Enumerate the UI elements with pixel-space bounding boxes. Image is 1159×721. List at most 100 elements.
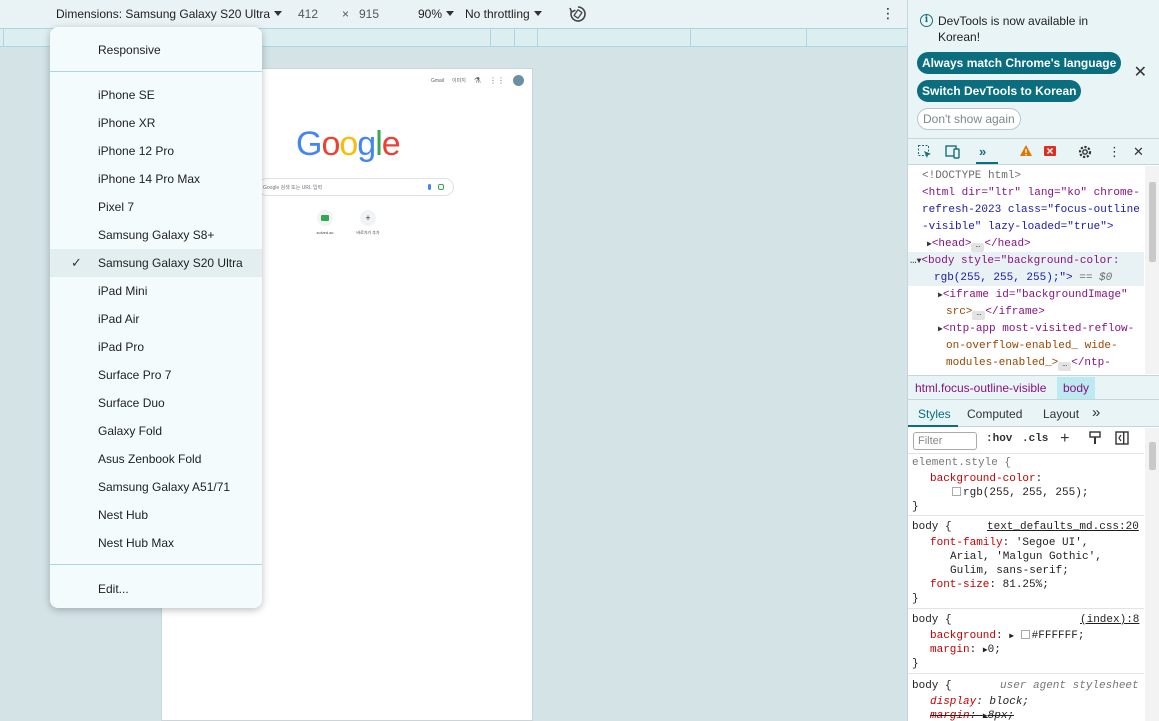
rule-selector[interactable]: body {: [912, 679, 952, 693]
new-rule-plus-icon[interactable]: +: [1060, 430, 1070, 448]
dom-line[interactable]: modules-enabled_>… </ntp-: [946, 355, 1111, 372]
customize-menu-icon[interactable]: ⋮: [1108, 144, 1121, 160]
scrollbar-thumb[interactable]: [1149, 442, 1156, 470]
labs-icon[interactable]: ⚗: [474, 76, 481, 85]
device-menu-item[interactable]: Pixel 7: [50, 193, 262, 221]
more-tabs-icon[interactable]: »: [979, 144, 986, 160]
breadcrumb-item-body[interactable]: body: [1057, 377, 1096, 399]
rotate-icon[interactable]: [568, 4, 588, 27]
mic-icon[interactable]: [428, 184, 431, 190]
width-input[interactable]: 412: [298, 7, 318, 21]
device-menu-item[interactable]: iPhone 12 Pro: [50, 137, 262, 165]
filter-input[interactable]: Filter: [913, 432, 977, 450]
menu-item-responsive[interactable]: Responsive: [50, 36, 262, 64]
ruler-segment[interactable]: [690, 29, 691, 46]
device-menu-item[interactable]: ✓ Samsung Galaxy S20 Ultra: [50, 249, 262, 277]
style-value[interactable]: Gulim, sans-serif;: [950, 564, 1069, 578]
add-shortcut-tile[interactable]: + 바로가기 추가: [348, 210, 388, 236]
infobar-message: DevTools is now available in Korean!: [938, 14, 1089, 44]
device-menu-item[interactable]: Samsung Galaxy A51/71: [50, 473, 262, 501]
tab-computed[interactable]: Computed: [967, 407, 1022, 421]
device-menu-item[interactable]: Nest Hub: [50, 501, 262, 529]
rule-selector[interactable]: body {: [912, 520, 952, 534]
styles-scrollbar[interactable]: [1145, 428, 1159, 721]
device-menu-item[interactable]: Galaxy Fold: [50, 417, 262, 445]
rule-selector[interactable]: element.style {: [912, 456, 1011, 470]
ruler-segment[interactable]: [514, 29, 515, 46]
avatar[interactable]: [513, 75, 524, 86]
shortcut-tile[interactable]: solved.ac: [305, 210, 345, 235]
dom-scrollbar[interactable]: [1145, 166, 1159, 374]
search-input[interactable]: Google 검색 또는 URL 입력: [258, 178, 454, 196]
settings-gear-icon[interactable]: [1077, 144, 1093, 164]
hov-toggle[interactable]: :hov: [986, 433, 1012, 445]
rule-source-link[interactable]: text_defaults_md.css:20: [987, 520, 1139, 534]
dom-line[interactable]: src>… </iframe>: [946, 304, 1045, 321]
device-toolbar-icon[interactable]: [945, 144, 961, 164]
ruler-segment[interactable]: [3, 29, 4, 46]
more-tabs-icon[interactable]: »: [1092, 404, 1100, 421]
ruler-segment[interactable]: [806, 29, 807, 46]
more-options-icon[interactable]: ⋮: [881, 5, 895, 22]
zoom-dropdown[interactable]: 90%: [418, 7, 455, 21]
menu-item-edit[interactable]: Edit...: [50, 575, 262, 603]
close-icon[interactable]: ✕: [1134, 62, 1147, 82]
device-menu-item[interactable]: Surface Pro 7: [50, 361, 262, 389]
cls-toggle[interactable]: .cls: [1022, 433, 1048, 445]
style-property[interactable]: background-color:: [930, 472, 1042, 486]
dont-show-again-button[interactable]: Don't show again: [917, 108, 1021, 130]
ruler-segment[interactable]: [490, 29, 491, 46]
dom-line[interactable]: -visible" lazy-loaded="true">: [922, 219, 1113, 236]
dom-line[interactable]: ▶<ntp-app most-visited-reflow-: [938, 321, 1134, 339]
style-property[interactable]: font-size: 81.25%;: [930, 578, 1049, 592]
style-value[interactable]: rgb(255, 255, 255);: [952, 486, 1088, 500]
ruler-segment[interactable]: [537, 29, 538, 46]
lens-icon[interactable]: [438, 184, 444, 190]
breadcrumb-item-html[interactable]: html.focus-outline-visible: [915, 376, 1046, 400]
dom-line[interactable]: <html dir="ltr" lang="ko" chrome-: [922, 185, 1140, 202]
dom-line[interactable]: refresh-2023 class="focus-outline: [922, 202, 1140, 219]
tab-layout[interactable]: Layout: [1043, 407, 1079, 421]
rule-selector[interactable]: body {: [912, 613, 952, 627]
device-menu-item[interactable]: Nest Hub Max: [50, 529, 262, 557]
images-link[interactable]: 이미지: [452, 77, 466, 84]
device-menu-item[interactable]: iPad Pro: [50, 333, 262, 361]
dimensions-dropdown[interactable]: Dimensions: Samsung Galaxy S20 Ultra: [56, 7, 283, 21]
throttling-dropdown[interactable]: No throttling: [465, 7, 542, 21]
device-menu-item[interactable]: Asus Zenbook Fold: [50, 445, 262, 473]
sidebar-toggle-icon[interactable]: [1115, 431, 1129, 449]
tab-styles[interactable]: Styles: [918, 407, 951, 421]
device-menu-item[interactable]: iPhone 14 Pro Max: [50, 165, 262, 193]
device-menu-label: iPhone 12 Pro: [98, 144, 175, 158]
inspect-element-icon[interactable]: [917, 144, 933, 164]
device-menu-item[interactable]: iPad Mini: [50, 277, 262, 305]
dom-line[interactable]: on-overflow-enabled_ wide-: [946, 338, 1118, 355]
style-property-overridden[interactable]: margin: ▶8px;: [930, 709, 1014, 721]
device-menu-item[interactable]: iPhone XR: [50, 109, 262, 137]
device-menu-item[interactable]: iPad Air: [50, 305, 262, 333]
dom-line[interactable]: ▶<iframe id="backgroundImage": [938, 287, 1128, 305]
style-property[interactable]: background: ▶ #FFFFFF;: [930, 629, 1084, 644]
height-input[interactable]: 915: [359, 7, 379, 21]
style-property[interactable]: display: block;: [930, 695, 1029, 709]
close-devtools-icon[interactable]: ✕: [1133, 144, 1144, 160]
device-menu-item[interactable]: Surface Duo: [50, 389, 262, 417]
rule-source-link[interactable]: (index):8: [1080, 613, 1139, 627]
dom-line[interactable]: <!DOCTYPE html>: [922, 168, 1021, 185]
device-menu-item[interactable]: iPhone SE: [50, 81, 262, 109]
style-property[interactable]: margin: ▶0;: [930, 643, 1001, 658]
always-match-language-button[interactable]: Always match Chrome's language: [917, 52, 1122, 74]
scrollbar-thumb[interactable]: [1149, 182, 1156, 262]
dom-line[interactable]: ▶<head>… </head>: [927, 236, 1031, 254]
apps-icon[interactable]: ⋮⋮: [489, 76, 505, 85]
style-property[interactable]: font-family: 'Segoe UI',: [930, 536, 1088, 550]
dom-line[interactable]: rgb(255, 255, 255);"> == $0: [934, 270, 1112, 287]
style-value[interactable]: Arial, 'Malgun Gothic',: [950, 550, 1102, 564]
paint-brush-icon[interactable]: [1088, 431, 1102, 449]
warning-icon[interactable]: [1019, 144, 1033, 162]
switch-to-korean-button[interactable]: Switch DevTools to Korean: [917, 80, 1082, 102]
device-menu-item[interactable]: Samsung Galaxy S8+: [50, 221, 262, 249]
dom-line-body[interactable]: …▼<body style="background-color:: [910, 253, 1119, 271]
error-icon[interactable]: [1043, 144, 1057, 162]
gmail-link[interactable]: Gmail: [431, 78, 444, 84]
